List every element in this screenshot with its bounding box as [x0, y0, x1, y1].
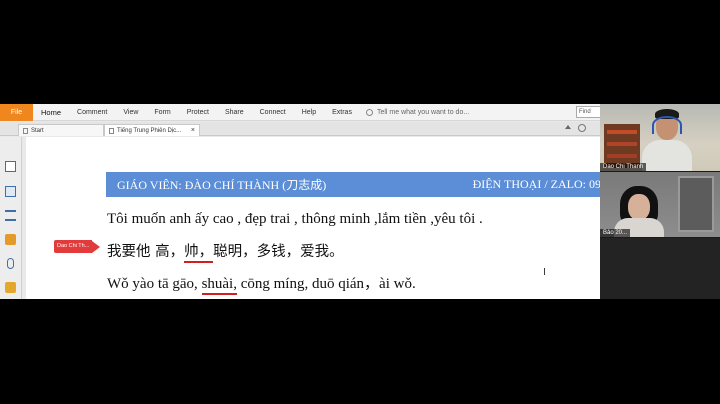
door-background	[678, 176, 714, 232]
settings-icon[interactable]	[578, 124, 586, 132]
tab-start[interactable]: Start	[18, 124, 104, 136]
chinese-sentence: 我要他 高，帅，聪明，多钱，爱我。	[107, 240, 344, 263]
collapse-ribbon-icon[interactable]	[565, 125, 571, 129]
close-tab-icon[interactable]: ×	[191, 127, 195, 134]
ribbon-menubar: File Home Comment View Form Protect Shar…	[0, 104, 614, 121]
menu-form[interactable]: Form	[146, 109, 178, 116]
chinese-underlined-word: 帅，	[184, 244, 214, 263]
phone-zalo-label: ĐIỆN THOẠI / ZALO: 09	[472, 177, 600, 191]
menu-extras[interactable]: Extras	[324, 109, 360, 116]
video-call-panel: Dao Chi Thanh Bảo 20...	[600, 104, 720, 299]
participant-name: Dao Chi Thanh	[600, 163, 647, 171]
menu-comment[interactable]: Comment	[69, 109, 115, 116]
tab-start-label: Start	[31, 127, 44, 134]
student-face	[628, 194, 650, 220]
vietnamese-sentence: Tôi muốn anh ấy cao , đẹp trai , thông m…	[107, 211, 483, 227]
teacher-header-band: GIÁO VIÊN: ĐÀO CHÍ THÀNH (刀志成) ĐIỆN THOẠ…	[106, 172, 600, 197]
security-lock-icon[interactable]	[5, 282, 16, 293]
bookshelf-background	[604, 124, 640, 168]
pointer-arrow-icon	[92, 240, 101, 253]
text-cursor-icon: I	[543, 267, 546, 278]
lightbulb-icon	[365, 108, 373, 116]
layers-icon[interactable]	[5, 210, 16, 221]
page-thumbnails-icon[interactable]	[5, 186, 16, 197]
tab-document[interactable]: Tiếng Trung Phiên Dịc... ×	[104, 124, 200, 136]
video-tile-student[interactable]: Bảo 20...	[600, 172, 720, 237]
comments-icon[interactable]	[5, 234, 16, 245]
pinyin-part-2: cōng míng, duō qián，ài wǒ.	[236, 276, 416, 292]
start-page-icon	[23, 127, 28, 134]
menu-protect[interactable]: Protect	[179, 109, 217, 116]
tab-document-label: Tiếng Trung Phiên Dịc...	[117, 127, 182, 134]
teacher-figure	[642, 140, 692, 171]
left-sidebar	[0, 137, 22, 299]
pinyin-underlined-word: shuài,	[201, 276, 237, 295]
pinyin-sentence: Wǒ yào tā gāo, shuài, cōng míng, duō qiá…	[107, 272, 416, 295]
tell-me-text: Tell me what you want to do...	[376, 108, 470, 116]
presenter-pointer-tag: Dao Chi Th...	[54, 240, 101, 253]
pinyin-part-1: Wǒ yào tā gāo,	[107, 276, 202, 292]
teacher-name: GIÁO VIÊN: ĐÀO CHÍ THÀNH (刀志成)	[117, 178, 327, 192]
video-panel-empty-area	[600, 238, 720, 299]
menu-share[interactable]: Share	[217, 109, 252, 116]
presenter-tag-label: Dao Chi Th...	[54, 240, 93, 253]
menu-view[interactable]: View	[115, 109, 146, 116]
pdf-file-icon	[109, 127, 114, 134]
video-tile-teacher[interactable]: Dao Chi Thanh	[600, 104, 720, 171]
menu-connect[interactable]: Connect	[252, 109, 294, 116]
pdf-app-window: File Home Comment View Form Protect Shar…	[0, 104, 720, 299]
document-page: GIÁO VIÊN: ĐÀO CHÍ THÀNH (刀志成) ĐIỆN THOẠ…	[26, 137, 600, 299]
file-menu-button[interactable]: File	[0, 104, 33, 121]
document-tabbar: Start Tiếng Trung Phiên Dịc... ×	[0, 122, 600, 136]
menu-help[interactable]: Help	[294, 109, 324, 116]
chinese-part-1: 我要他 高，	[107, 244, 185, 260]
menu-home[interactable]: Home	[33, 108, 69, 117]
chinese-part-2: 聪明，多钱，爱我。	[213, 244, 344, 260]
participant-name: Bảo 20...	[600, 229, 631, 237]
headset-icon	[652, 116, 682, 134]
tell-me-search[interactable]: Tell me what you want to do...	[365, 108, 470, 116]
bookmark-icon[interactable]	[5, 161, 16, 172]
attachment-icon[interactable]	[7, 258, 14, 269]
